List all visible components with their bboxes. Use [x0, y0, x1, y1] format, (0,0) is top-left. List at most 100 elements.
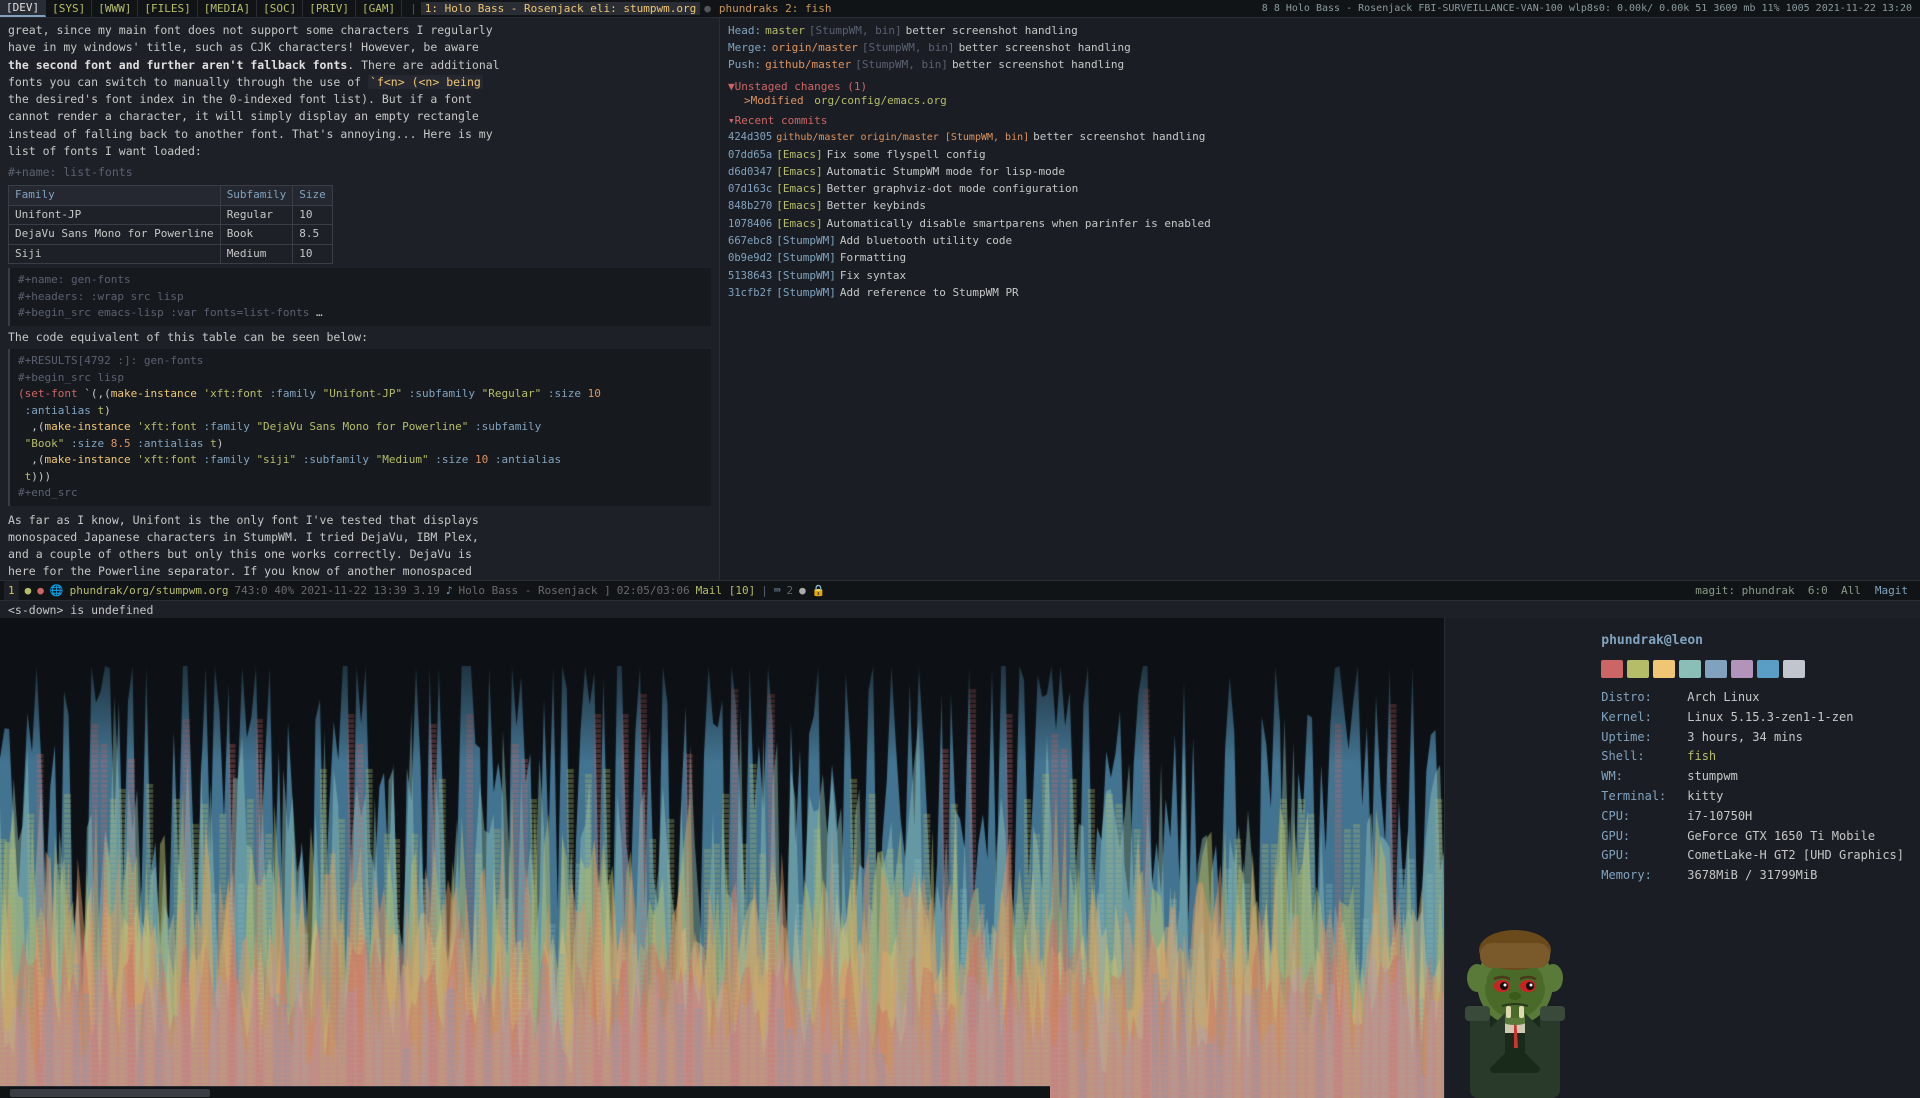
- scrollbar-thumb[interactable]: [10, 1089, 210, 1097]
- recent-commits-header[interactable]: ▾Recent commits: [728, 113, 1912, 128]
- distro-val: Arch Linux: [1687, 688, 1759, 708]
- kernel-row: Kernel: Linux 5.15.3-zen1-1-zen: [1601, 708, 1904, 728]
- mode-indicator: 1: [4, 581, 19, 600]
- status-indicator: ●: [25, 584, 32, 597]
- gpu-label: GPU:: [1601, 827, 1681, 847]
- org-buffer: great, since my main font does not suppo…: [0, 18, 720, 580]
- tag-priv[interactable]: [PRIV]: [303, 0, 356, 17]
- distro-row: Distro: Arch Linux: [1601, 688, 1904, 708]
- cpu-row: CPU: i7-10750H: [1601, 807, 1904, 827]
- terminal-row: Terminal: kitty: [1601, 787, 1904, 807]
- commit-2[interactable]: 07dd65a [Emacs] Fix some flyspell config: [728, 146, 1912, 163]
- table-name-tag: #+name: list-fonts: [8, 164, 711, 181]
- tag-soc[interactable]: [SOC]: [257, 0, 303, 17]
- magit-head: Head: master [StumpWM, bin] better scree…: [728, 22, 1912, 73]
- para-3: As far as I know, Unifont is the only fo…: [8, 512, 711, 581]
- gpu2-label: GPU:: [1601, 846, 1681, 866]
- workspace-tags: [DEV] [SYS] [WWW] [FILES] [MEDIA] [SOC] …: [0, 0, 402, 17]
- code-block-1: #+name: gen-fonts #+headers: :wrap src l…: [8, 268, 711, 326]
- buffer-path: phundrak/org/stumpwm.org: [70, 584, 229, 597]
- gpu2-val: CometLake-H GT2 [UHD Graphics]: [1687, 846, 1904, 866]
- tag-files[interactable]: [FILES]: [138, 0, 197, 17]
- commit-3[interactable]: d6d0347 [Emacs] Automatic StumpWM mode f…: [728, 163, 1912, 180]
- gpu-val: GeForce GTX 1650 Ti Mobile: [1687, 827, 1875, 847]
- system-info-panel: phundrak@leon Distro: Arch Linux Kernel:…: [1585, 618, 1920, 1098]
- table-row: Siji Medium 10: [9, 244, 333, 264]
- music-icon: ♪: [446, 584, 453, 597]
- distro-label: Distro:: [1601, 688, 1681, 708]
- col-family: Family: [9, 186, 221, 206]
- kernel-val: Linux 5.15.3-zen1-1-zen: [1687, 708, 1853, 728]
- mail-info: Mail [10]: [696, 584, 756, 597]
- tag-gam[interactable]: [GAM]: [356, 0, 402, 17]
- wm-row: WM: stumpwm: [1601, 767, 1904, 787]
- swatch-white: [1783, 660, 1805, 678]
- gpu-row: GPU: GeForce GTX 1650 Ti Mobile: [1601, 827, 1904, 847]
- commit-5[interactable]: 848b270 [Emacs] Better keybinds: [728, 197, 1912, 214]
- magit-unstaged-section: ▼Unstaged changes (1) >Modified org/conf…: [728, 79, 1912, 107]
- terminal-label: Terminal:: [1601, 787, 1681, 807]
- window-2[interactable]: phundraks 2: fish: [715, 2, 836, 15]
- uptime-label: Uptime:: [1601, 728, 1681, 748]
- table-row: DejaVu Sans Mono for Powerline Book 8.5: [9, 225, 333, 245]
- buffer-pos: 743:0 40% 2021-11-22 13:39 3.19: [235, 584, 440, 597]
- topbar-right: 8 8 Holo Bass - Rosenjack FBI-SURVEILLAN…: [1254, 3, 1920, 14]
- commit-9[interactable]: 5138643 [StumpWM] Fix syntax: [728, 267, 1912, 284]
- music-time: 02:05/03:06: [617, 584, 690, 597]
- topbar-stats: 8 8 Holo Bass - Rosenjack FBI-SURVEILLAN…: [1262, 3, 1912, 14]
- info-panel: phundrak@leon Distro: Arch Linux Kernel:…: [1444, 618, 1920, 1098]
- swatch-red: [1601, 660, 1623, 678]
- avatar: [1450, 878, 1580, 1098]
- kbd-indicator: ⌨: [774, 584, 781, 597]
- window-list: | 1: Holo Bass - Rosenjack eli: stumpwm.…: [402, 2, 1254, 15]
- shell-val: fish: [1687, 747, 1716, 767]
- mini-buffer: <s-down> is undefined: [0, 600, 1920, 618]
- swatch-blue: [1705, 660, 1727, 678]
- status-indicator2: ●: [37, 584, 44, 597]
- top-bar: [DEV] [SYS] [WWW] [FILES] [MEDIA] [SOC] …: [0, 0, 1920, 18]
- avatar-section: [1445, 618, 1585, 1098]
- window-1[interactable]: 1: Holo Bass - Rosenjack eli: stumpwm.or…: [421, 2, 701, 15]
- terminal-val: kitty: [1687, 787, 1723, 807]
- unstaged-file[interactable]: >Modified org/config/emacs.org: [728, 94, 1912, 107]
- swatch-lightblue: [1757, 660, 1779, 678]
- shell-row: Shell: fish: [1601, 747, 1904, 767]
- kernel-label: Kernel:: [1601, 708, 1681, 728]
- cpu-label: CPU:: [1601, 807, 1681, 827]
- magit-status: magit: phundrak 6:0 All: [1695, 584, 1861, 597]
- commit-7[interactable]: 667ebc8 [StumpWM] Add bluetooth utility …: [728, 232, 1912, 249]
- tag-dev[interactable]: [DEV]: [0, 0, 46, 17]
- commit-1[interactable]: 424d305 github/master origin/master [Stu…: [728, 128, 1912, 146]
- tag-www[interactable]: [WWW]: [92, 0, 138, 17]
- magit-panel: Head: master [StumpWM, bin] better scree…: [720, 18, 1920, 580]
- col-size: Size: [293, 186, 333, 206]
- table-section: #+name: list-fonts Family Subfamily Size…: [8, 164, 711, 264]
- magit-recent-commits: ▾Recent commits 424d305 github/master or…: [728, 113, 1912, 301]
- para-1: great, since my main font does not suppo…: [8, 22, 711, 160]
- wm-val: stumpwm: [1687, 767, 1738, 787]
- commit-4[interactable]: 07d163c [Emacs] Better graphviz-dot mode…: [728, 180, 1912, 197]
- username: phundrak@leon: [1601, 630, 1904, 652]
- status-bar: 1 ● ● 🌐 phundrak/org/stumpwm.org 743:0 4…: [0, 580, 1920, 600]
- commit-8[interactable]: 0b9e9d2 [StumpWM] Formatting: [728, 249, 1912, 266]
- unstaged-header[interactable]: ▼Unstaged changes (1): [728, 79, 1912, 94]
- memory-row: Memory: 3678MiB / 31799MiB: [1601, 866, 1904, 886]
- uptime-val: 3 hours, 34 mins: [1687, 728, 1803, 748]
- code-block-2: #+RESULTS[4792 :]: gen-fonts #+begin_src…: [8, 349, 711, 506]
- commit-6[interactable]: 1078406 [Emacs] Automatically disable sm…: [728, 215, 1912, 232]
- main-content: great, since my main font does not suppo…: [0, 18, 1920, 580]
- globe-icon: 🌐: [50, 584, 64, 597]
- color-swatches: [1601, 660, 1904, 678]
- org-content: great, since my main font does not suppo…: [0, 18, 719, 580]
- commit-10[interactable]: 31cfb2f [StumpWM] Add reference to Stump…: [728, 284, 1912, 301]
- swatch-yellow: [1653, 660, 1675, 678]
- gpu2-row: GPU: CometLake-H GT2 [UHD Graphics]: [1601, 846, 1904, 866]
- tag-media[interactable]: [MEDIA]: [198, 0, 257, 17]
- scrollbar[interactable]: [0, 1086, 1050, 1098]
- tag-sys[interactable]: [SYS]: [46, 0, 92, 17]
- memory-val: 3678MiB / 31799MiB: [1687, 866, 1817, 886]
- mini-buffer-text: <s-down> is undefined: [8, 603, 153, 617]
- bottom-section: phundrak@leon Distro: Arch Linux Kernel:…: [0, 618, 1920, 1098]
- para-2: The code equivalent of this table can be…: [8, 329, 711, 346]
- col-subfamily: Subfamily: [220, 186, 293, 206]
